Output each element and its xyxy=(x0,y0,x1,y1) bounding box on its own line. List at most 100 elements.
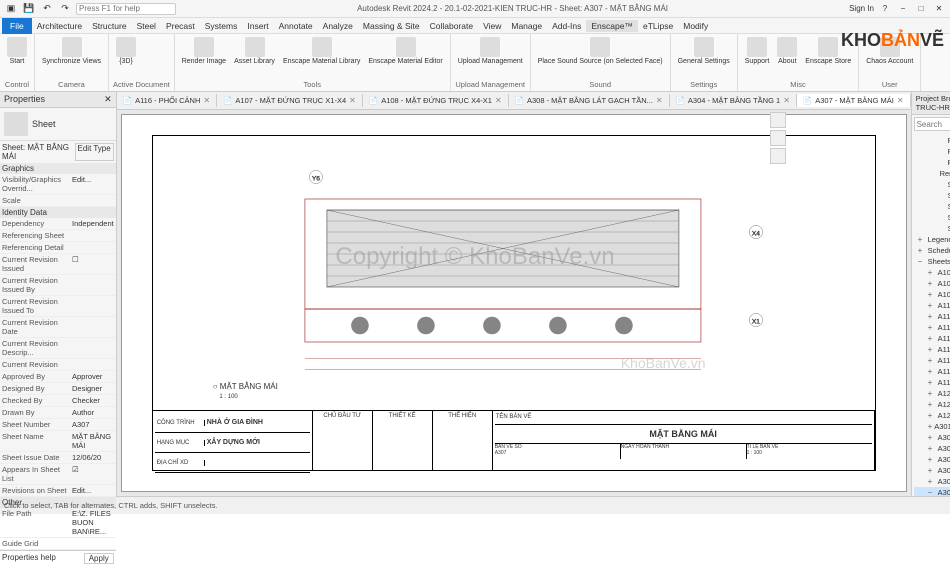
prop-row[interactable]: Current Revision Date xyxy=(0,317,116,338)
menu-enscape[interactable]: Enscape™ xyxy=(586,20,638,32)
menu-view[interactable]: View xyxy=(478,20,506,32)
prop-row[interactable]: Sheet Issue Date12/06/20 xyxy=(0,452,116,464)
tree-node[interactable]: +Legends xyxy=(914,234,950,245)
prop-row[interactable]: Sheet NameMẶT BẰNG MÁI xyxy=(0,431,116,452)
tree-node[interactable]: Structural Plan: Sân xyxy=(914,190,950,201)
prop-row[interactable]: Current Revision xyxy=(0,359,116,371)
menu-systems[interactable]: Systems xyxy=(200,20,243,32)
signin-link[interactable]: Sign In xyxy=(849,4,874,13)
menu-manage[interactable]: Manage xyxy=(506,20,547,32)
prop-row[interactable]: Referencing Detail xyxy=(0,242,116,254)
prop-row[interactable]: Current Revision Issued To xyxy=(0,296,116,317)
tree-node[interactable]: Structural Plan: Tầng 2 xyxy=(914,223,950,234)
ribbon-place-sound-source--on-selected-face-[interactable]: Place Sound Source (on Selected Face) xyxy=(535,36,666,67)
prop-row[interactable]: DependencyIndependent xyxy=(0,218,116,230)
tree-node[interactable]: Rendering: 3D 2021-02-03-18-57-33 (E xyxy=(914,168,950,179)
ribbon-general-settings[interactable]: General Settings xyxy=(675,36,733,67)
view-tab[interactable]: 📄A116 - PHỐI CẢNH✕ xyxy=(117,94,217,107)
ribbon-support[interactable]: Support xyxy=(742,36,773,67)
tree-node[interactable]: +A116 - PHỐI CẢNH xyxy=(914,366,950,377)
tree-node[interactable]: Reflected Ceiling Plan: Sân phơi xyxy=(914,157,950,168)
menu-architecture[interactable]: Architecture xyxy=(32,20,87,32)
view-tab[interactable]: 📄A307 - MẶT BẰNG MÁI✕ xyxy=(797,94,911,107)
tab-close-icon[interactable]: ✕ xyxy=(656,96,663,105)
menu-massingsite[interactable]: Massing & Site xyxy=(358,20,425,32)
tree-node[interactable]: +A107 - MẶT ĐỨNG TRỤC X1-X4 xyxy=(914,267,950,278)
file-menu[interactable]: File xyxy=(2,18,32,34)
browser-tree[interactable]: Reflected Ceiling Plan: MáiReflected Cei… xyxy=(912,133,950,496)
tab-close-icon[interactable]: ✕ xyxy=(203,96,210,105)
prop-row[interactable]: File PathE:\Z. FILES BUON BAN\RE... xyxy=(0,508,116,538)
cube-icon[interactable] xyxy=(770,148,786,164)
close-icon[interactable]: ✕ xyxy=(932,2,946,16)
ribbon-synchronize-views[interactable]: Synchronize Views xyxy=(39,36,104,67)
ribbon-upload-management[interactable]: Upload Management xyxy=(455,36,526,67)
prop-row[interactable]: Approved ByApprover xyxy=(0,371,116,383)
tree-node[interactable]: Structural Plan: Mái xyxy=(914,179,950,190)
tree-node[interactable]: Reflected Ceiling Plan: Sân xyxy=(914,146,950,157)
nav-wheel-icon[interactable] xyxy=(770,112,786,128)
tree-node[interactable]: +A120 - CHI TIẾT CỬA 2 xyxy=(914,388,950,399)
ribbon-asset-library[interactable]: Asset Library xyxy=(231,36,278,67)
tab-close-icon[interactable]: ✕ xyxy=(495,96,502,105)
menu-structure[interactable]: Structure xyxy=(87,20,132,32)
ribbon-about[interactable]: About xyxy=(774,36,800,67)
ribbon-enscape-material-editor[interactable]: Enscape Material Editor xyxy=(365,36,445,67)
properties-help[interactable]: Properties help xyxy=(2,553,84,564)
view-tab[interactable]: 📄A107 - MẶT ĐỨNG TRỤC X1-X4✕ xyxy=(217,94,363,107)
prop-row[interactable]: Drawn ByAuthor xyxy=(0,407,116,419)
browser-search-input[interactable] xyxy=(914,117,950,131)
tree-node[interactable]: +A302 - VỊ TRÍ XÂY DỰNG xyxy=(914,432,950,443)
menu-insert[interactable]: Insert xyxy=(242,20,273,32)
ribbon-enscape-material-library[interactable]: Enscape Material Library xyxy=(280,36,363,67)
prop-row[interactable]: Designed ByDesigner xyxy=(0,383,116,395)
tree-node[interactable]: +A306 - MẶT BẰNG SÂN PHƠI xyxy=(914,476,950,487)
home-icon[interactable] xyxy=(770,130,786,146)
menu-collaborate[interactable]: Collaborate xyxy=(425,20,478,32)
ribbon-render-image[interactable]: Render Image xyxy=(179,36,229,67)
prop-row[interactable]: Revisions on SheetEdit... xyxy=(0,485,116,497)
tree-node[interactable]: +A304 - MẶT BẰNG TẦNG 1 xyxy=(914,454,950,465)
prop-row[interactable]: Current Revision Issued☐ xyxy=(0,254,116,275)
tree-node[interactable]: +A301 - BÌA HỒ SƠ XIN PHÉP XÂY DỰNG xyxy=(914,421,950,432)
tree-node[interactable]: +A303 - DANH MỤC BẢN VẼ xyxy=(914,443,950,454)
tree-node[interactable]: +A122 - Unnamed xyxy=(914,399,950,410)
tree-node[interactable]: +A119 - CHI TIẾT CỬA 1 xyxy=(914,377,950,388)
view-tab[interactable]: 📄A304 - MẶT BẰNG TẦNG 1✕ xyxy=(670,94,797,107)
menu-etlipse[interactable]: eTLipse xyxy=(638,20,678,32)
menu-modify[interactable]: Modify xyxy=(678,20,713,32)
tree-node[interactable]: +A111 - THỐNG KÊ CỬA xyxy=(914,311,950,322)
ribbon---d-[interactable]: {3D} xyxy=(113,36,139,67)
minimize-icon[interactable]: − xyxy=(896,2,910,16)
tree-node[interactable]: −A307 - MẶT BẰNG MÁI xyxy=(914,487,950,496)
redo-icon[interactable]: ↷ xyxy=(58,2,72,16)
titlebar-search[interactable] xyxy=(76,3,176,15)
view-tab[interactable]: 📄A108 - MẶT ĐỨNG TRỤC X4-X1✕ xyxy=(363,94,509,107)
tree-node[interactable]: +A114 - CHI TIẾT CẦU THANG xyxy=(914,344,950,355)
tree-node[interactable]: Reflected Ceiling Plan: Mái xyxy=(914,135,950,146)
tree-node[interactable]: +A109 - MẶT ĐỨNG TRỤC Y1-Y6 xyxy=(914,289,950,300)
tree-node[interactable]: Structural Plan: Tầng 1 xyxy=(914,212,950,223)
edit-type-button[interactable]: Edit Type xyxy=(75,143,114,161)
prop-row[interactable]: Current Revision Issued By xyxy=(0,275,116,296)
tree-node[interactable]: +A110 - MẶT ĐỨNG TRỤC Y6-Y1 xyxy=(914,300,950,311)
prop-row[interactable]: Appears In Sheet List☑ xyxy=(0,464,116,485)
tab-close-icon[interactable]: ✕ xyxy=(349,96,356,105)
tree-node[interactable]: +A115 - CHI TIẾT CẦU THANG xyxy=(914,355,950,366)
prop-row[interactable]: Scale xyxy=(0,195,116,207)
tree-node[interactable]: +A108 - MẶT ĐỨNG TRỤC X4-X1 xyxy=(914,278,950,289)
menu-steel[interactable]: Steel xyxy=(132,20,161,32)
tree-node[interactable]: +Schedules/Quantities (all) xyxy=(914,245,950,256)
prop-row[interactable]: Guide Grid xyxy=(0,538,116,550)
prop-row[interactable]: Visibility/Graphics Overrid...Edit... xyxy=(0,174,116,195)
drawing-canvas[interactable]: Y6 X4 X1 ○ MẶT BẰNG MÁI 1 : 100 xyxy=(121,114,907,492)
apply-button[interactable]: Apply xyxy=(84,553,114,564)
tab-close-icon[interactable]: ✕ xyxy=(897,96,904,105)
menu-precast[interactable]: Precast xyxy=(161,20,200,32)
menu-analyze[interactable]: Analyze xyxy=(318,20,358,32)
prop-row[interactable]: Current Revision Descrip... xyxy=(0,338,116,359)
ribbon-start[interactable]: Start xyxy=(4,36,30,67)
help-icon[interactable]: ? xyxy=(878,2,892,16)
tree-node[interactable]: +A113 - MẶT CẮT 2-2 xyxy=(914,333,950,344)
tree-node[interactable]: −Sheets (all) xyxy=(914,256,950,267)
